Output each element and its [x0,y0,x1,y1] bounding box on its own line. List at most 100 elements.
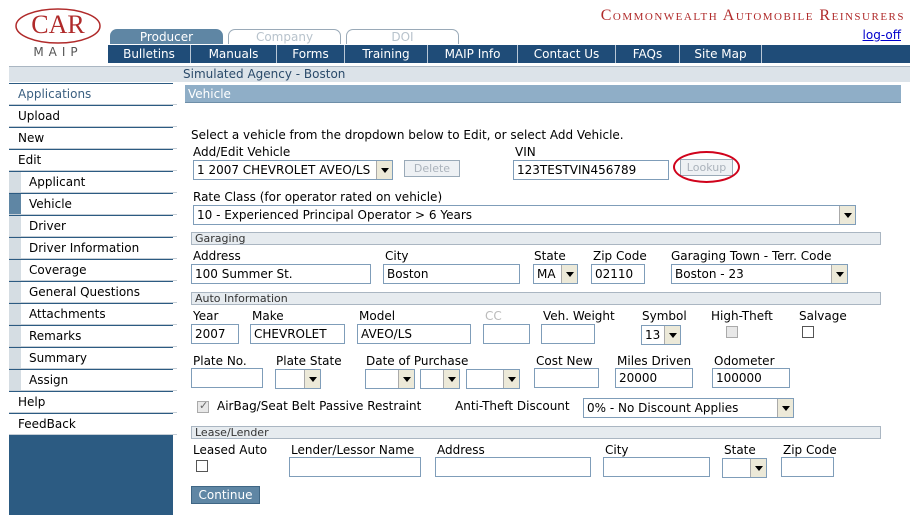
lender-state-label: State [724,443,756,457]
tab-company[interactable]: Company [228,29,341,44]
continue-button[interactable]: Continue [191,486,260,504]
weight-input[interactable] [541,324,595,344]
lender-zip-label: Zip Code [783,443,837,457]
sidebar-item-applications[interactable]: Applications [9,84,177,105]
add-edit-vehicle-label: Add/Edit Vehicle [193,145,291,159]
odometer-label: Odometer [714,354,775,368]
sidebar-item-remarks[interactable]: Remarks [9,326,177,347]
lender-name-input[interactable] [289,457,421,477]
main-nav: Bulletins Manuals Forms Training MAIP In… [108,45,910,63]
sidebar-item-assign[interactable]: Assign [9,370,177,391]
chevron-down-icon [777,399,793,417]
garaging-state-value: MA [537,267,556,281]
make-input[interactable]: CHEVROLET [250,324,345,344]
model-label: Model [359,309,396,323]
garaging-address-label: Address [193,249,241,263]
sidebar-item-vehicle[interactable]: Vehicle [9,194,177,215]
chevron-down-icon [750,459,766,477]
weight-label: Veh. Weight [543,309,615,323]
nav-contact-us[interactable]: Contact Us [518,45,616,63]
garaging-city-input[interactable]: Boston [383,264,520,284]
high-theft-checkbox[interactable] [726,326,738,338]
sidebar-item-applicant[interactable]: Applicant [9,172,177,193]
symbol-select[interactable]: 13 [641,325,681,345]
garaging-state-select[interactable]: MA [533,264,578,284]
sidebar-item-new[interactable]: New [9,128,177,149]
plate-no-label: Plate No. [193,354,247,368]
sidebar-item-driver-information[interactable]: Driver Information [9,238,177,259]
nav-site-map[interactable]: Site Map [680,45,762,63]
highlight-circle [673,151,740,183]
salvage-checkbox[interactable] [802,326,814,338]
vin-input[interactable]: 123TESTVIN456789 [513,160,669,180]
org-title: Commonwealth Automobile Reinsurers [600,7,905,24]
sidebar-item-label: Driver Information [29,241,140,255]
airbag-checkbox[interactable] [197,399,209,413]
purchase-date-label: Date of Purchase [366,354,469,368]
sidebar-item-label: Driver [29,219,66,233]
sidebar-item-edit[interactable]: Edit [9,150,177,171]
delete-button[interactable]: Delete [404,160,460,177]
plate-state-select[interactable] [275,369,321,389]
tab-producer[interactable]: Producer [110,29,223,44]
logoff-link[interactable]: log-off [863,28,901,42]
sidebar-item-coverage[interactable]: Coverage [9,260,177,281]
leased-auto-checkbox[interactable] [196,460,208,472]
sidebar-item-attachments[interactable]: Attachments [9,304,177,325]
year-label: Year [193,309,219,323]
cost-new-input[interactable] [534,368,599,388]
chevron-down-icon [398,370,414,388]
purchase-day-select[interactable] [420,369,460,389]
leased-auto-label: Leased Auto [193,443,268,457]
vehicle-select[interactable]: 1 2007 CHEVROLET AVEO/LS [193,160,393,180]
logo-text: CAR [31,10,85,39]
section-garaging: Garaging [191,232,881,245]
sidebar-item-label: Summary [29,351,87,365]
odometer-input[interactable]: 100000 [712,368,790,388]
chevron-down-icon [443,370,459,388]
nav-forms[interactable]: Forms [277,45,345,63]
model-input[interactable]: AVEO/LS [357,324,471,344]
sidebar-item-help[interactable]: Help [9,392,177,413]
anti-theft-value: 0% - No Discount Applies [587,401,739,415]
lender-zip-input[interactable] [781,457,834,477]
nav-faqs[interactable]: FAQs [616,45,680,63]
cc-input[interactable] [483,324,530,344]
sidebar-item-label: Vehicle [29,197,72,211]
garaging-town-select[interactable]: Boston - 23 [671,264,848,284]
purchase-year-select[interactable] [466,369,520,389]
purchase-month-select[interactable] [365,369,415,389]
sidebar-item-driver[interactable]: Driver [9,216,177,237]
plate-no-input[interactable] [191,368,263,388]
sidebar-item-label: Coverage [29,263,87,277]
sidebar-item-general-questions[interactable]: General Questions [9,282,177,303]
sidebar-item-summary[interactable]: Summary [9,348,177,369]
plate-state-label: Plate State [276,354,342,368]
garaging-zip-input[interactable]: 02110 [591,264,645,284]
car-logo: CAR MAIP [12,6,104,62]
high-theft-label: High-Theft [711,309,773,323]
nav-maip-info[interactable]: MAIP Info [428,45,518,63]
garaging-town-label: Garaging Town - Terr. Code [671,249,832,263]
lender-address-input[interactable] [435,457,591,477]
lender-state-select[interactable] [722,458,767,478]
nav-manuals[interactable]: Manuals [191,45,277,63]
miles-driven-label: Miles Driven [617,354,692,368]
symbol-value: 13 [645,328,661,342]
rate-class-select[interactable]: 10 - Experienced Principal Operator > 6 … [193,205,856,225]
sidebar-item-label: General Questions [29,285,141,299]
chevron-down-icon [503,370,519,388]
nav-training[interactable]: Training [345,45,428,63]
lender-city-input[interactable] [603,457,710,477]
anti-theft-select[interactable]: 0% - No Discount Applies [583,398,794,418]
tab-doi[interactable]: DOI [346,29,459,44]
sidebar-item-label: Attachments [29,307,106,321]
sidebar-item-upload[interactable]: Upload [9,106,177,127]
nav-bulletins[interactable]: Bulletins [108,45,191,63]
chevron-down-icon [831,265,847,283]
garaging-address-input[interactable]: 100 Summer St. [191,264,371,284]
miles-driven-input[interactable]: 20000 [615,368,693,388]
year-input[interactable]: 2007 [191,324,239,344]
section-auto-information: Auto Information [191,292,881,305]
sidebar-item-feedback[interactable]: FeedBack [9,414,177,435]
